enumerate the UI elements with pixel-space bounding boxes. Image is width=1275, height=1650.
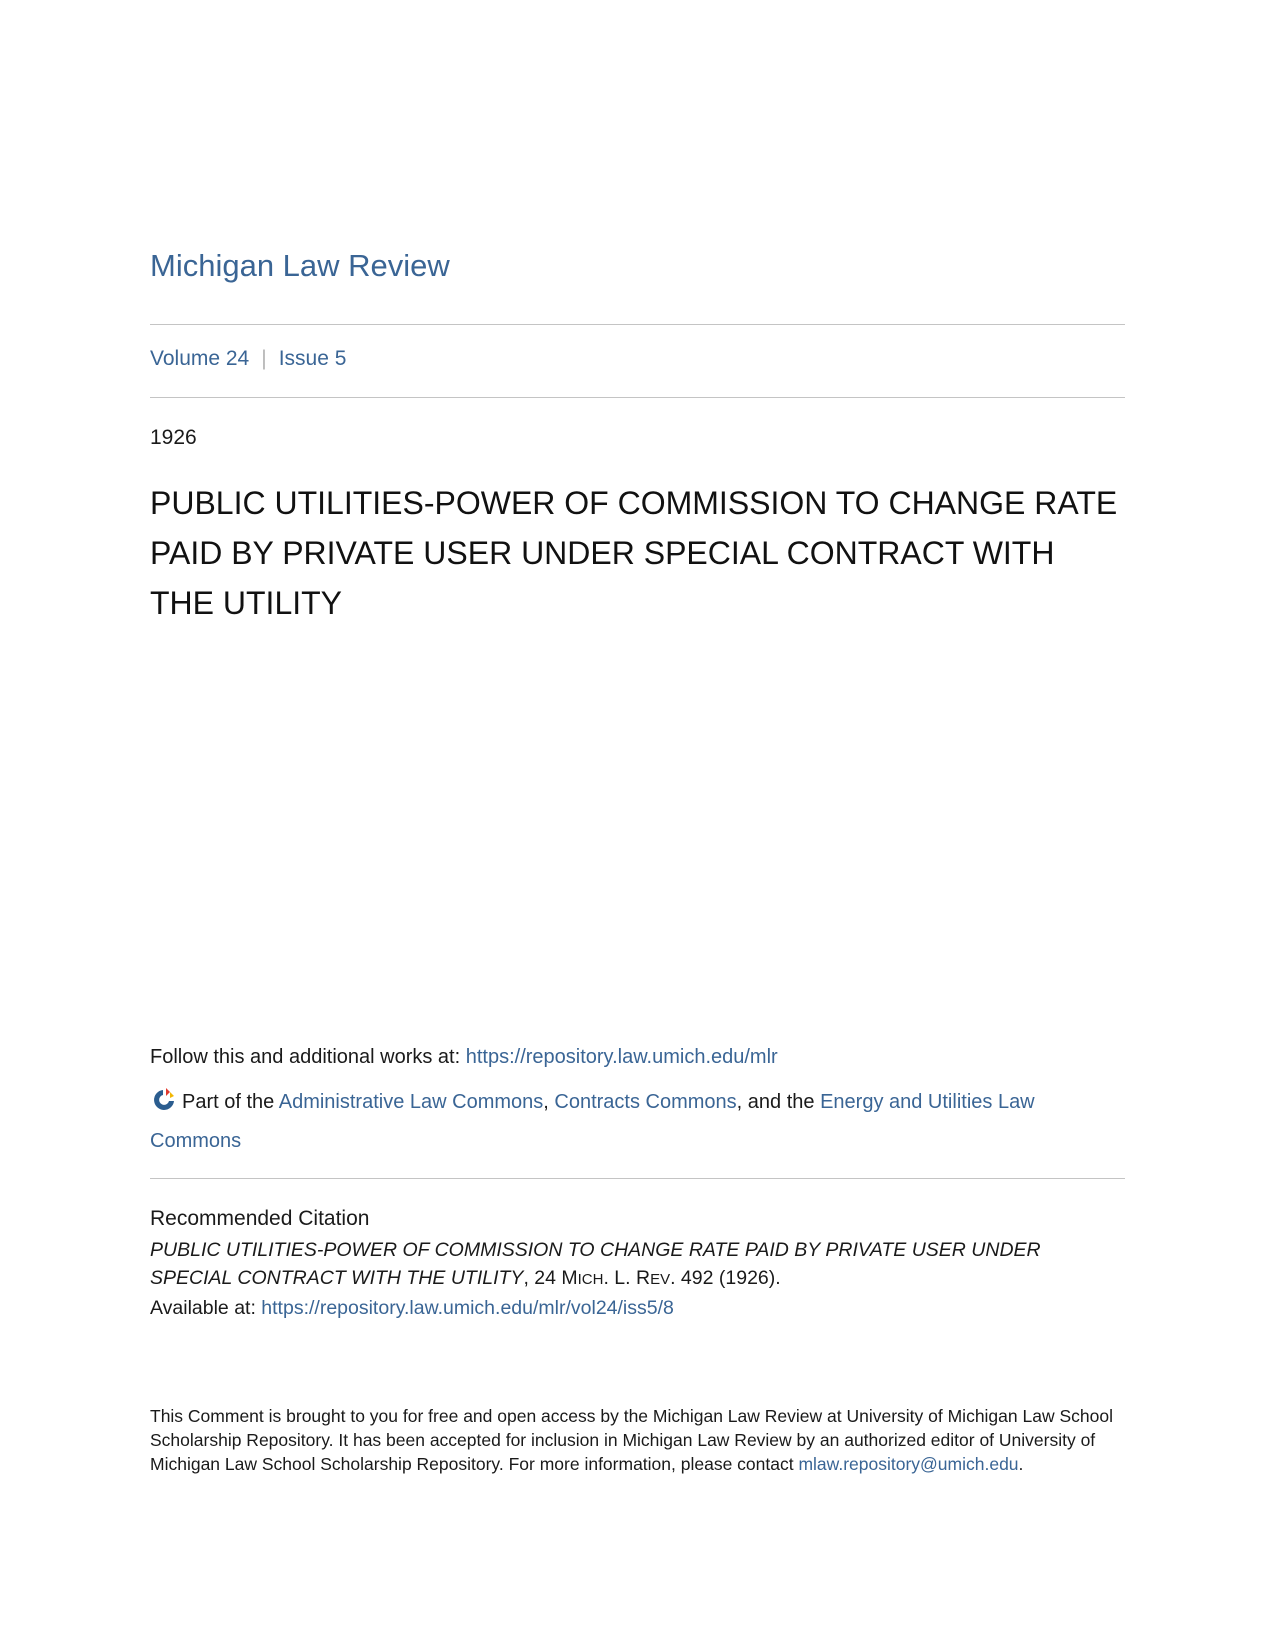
available-label: Available at: (150, 1297, 262, 1319)
publication-year: 1926 (150, 426, 197, 449)
administrative-law-commons-link[interactable]: Administrative Law Commons (279, 1091, 544, 1113)
access-statement-end: . (1018, 1454, 1024, 1474)
volume-link[interactable]: Volume 24 (150, 347, 249, 370)
disciplines-line: Part of the Administrative Law Commons , … (150, 1085, 1125, 1158)
part-of-separator: , and the (736, 1091, 821, 1113)
network-commons-icon (150, 1085, 178, 1124)
access-statement: This Comment is brought to you for free … (150, 1404, 1125, 1476)
citation-heading: Recommended Citation (150, 1207, 370, 1230)
breadcrumb-separator: | (261, 347, 267, 370)
article-permalink[interactable]: https://repository.law.umich.edu/mlr/vol… (261, 1297, 674, 1319)
follow-label: Follow this and additional works at: (150, 1046, 466, 1068)
citation-reference: , 24 MICH. L. REV. 492 (1926). (523, 1267, 781, 1289)
article-title: PUBLIC UTILITIES-POWER OF COMMISSION TO … (150, 485, 1118, 621)
follow-line: Follow this and additional works at: htt… (150, 1047, 778, 1067)
citation-divider (150, 1178, 1125, 1179)
issue-divider (150, 397, 1125, 398)
contact-email-link[interactable]: mlaw.repository@umich.edu (798, 1454, 1018, 1474)
header-divider (150, 324, 1125, 325)
issue-link[interactable]: Issue 5 (279, 347, 347, 370)
part-of-separator: , (543, 1091, 555, 1113)
citation-body: PUBLIC UTILITIES-POWER OF COMMISSION TO … (150, 1236, 1125, 1322)
journal-title-link[interactable]: Michigan Law Review (150, 250, 450, 281)
contracts-commons-link[interactable]: Contracts Commons (554, 1091, 736, 1113)
issue-breadcrumb: Volume 24 | Issue 5 (150, 348, 346, 369)
repository-link[interactable]: https://repository.law.umich.edu/mlr (466, 1046, 778, 1068)
part-of-label: Part of the (182, 1091, 279, 1113)
